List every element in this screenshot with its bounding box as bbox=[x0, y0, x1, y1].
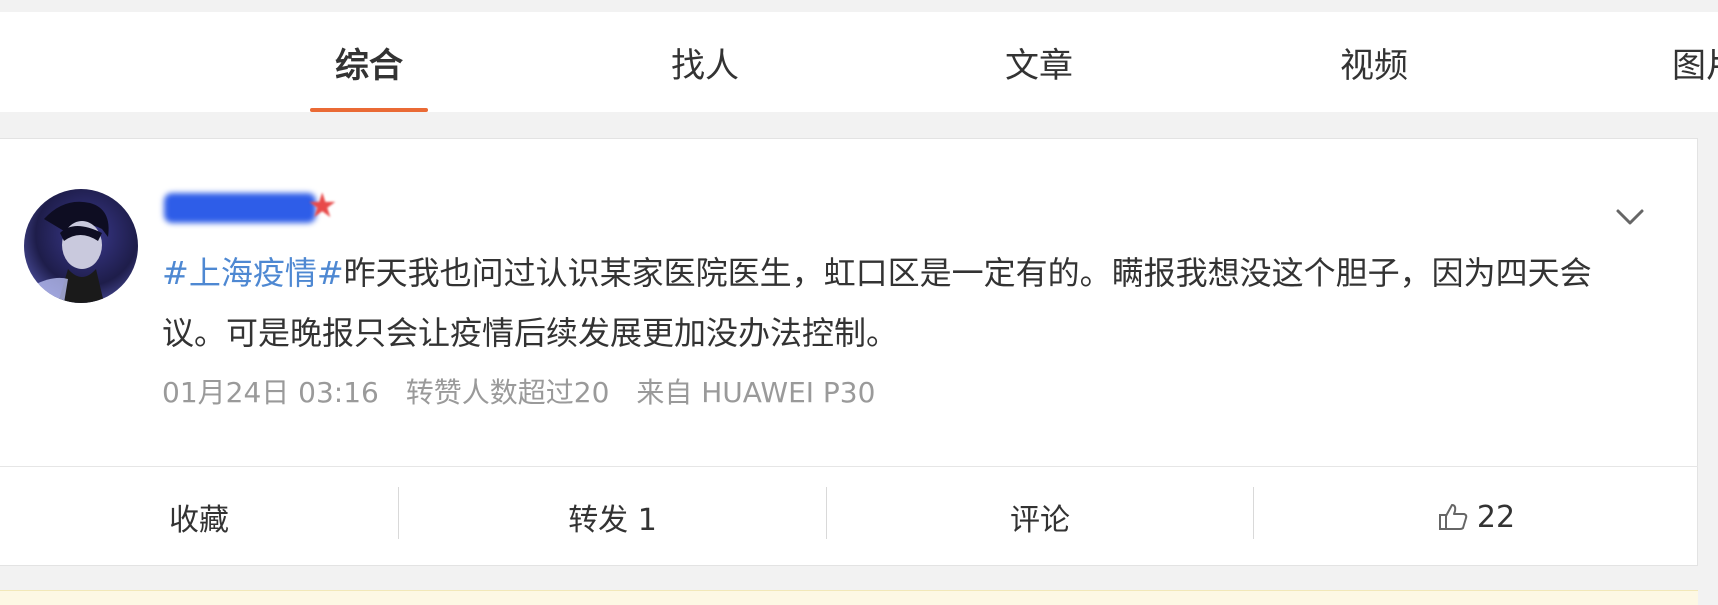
favorite-label: 收藏 bbox=[169, 503, 229, 538]
active-tab-underline bbox=[310, 108, 428, 112]
user-avatar-icon bbox=[24, 201, 109, 303]
search-tabs: 综合 找人 文章 视频 图片 bbox=[0, 12, 1718, 112]
action-bar: 收藏 转发 1 评论 22 bbox=[0, 466, 1698, 567]
post-body: 昨天我也问过认识某家医院医生，虹口区是一定有的。瞒报我想没这个胆子，因为四天会议… bbox=[162, 254, 1592, 352]
tab-articles[interactable]: 文章 bbox=[974, 12, 1104, 112]
chevron-down-icon-svg bbox=[1616, 209, 1644, 225]
tab-label: 文章 bbox=[1005, 45, 1073, 86]
tab-label: 图片 bbox=[1672, 45, 1718, 86]
verified-badge-icon: ★ bbox=[307, 186, 338, 226]
comment-label: 评论 bbox=[1010, 503, 1070, 538]
tab-label: 综合 bbox=[335, 45, 403, 86]
repost-button[interactable]: 转发 1 bbox=[399, 467, 826, 567]
favorite-button[interactable]: 收藏 bbox=[0, 467, 398, 567]
tab-label: 找人 bbox=[671, 45, 739, 86]
comment-button[interactable]: 评论 bbox=[827, 467, 1253, 567]
redacted-name-blur bbox=[164, 193, 316, 223]
chevron-down-icon[interactable] bbox=[1610, 197, 1650, 237]
thumbs-up-icon bbox=[1437, 501, 1469, 533]
post-text: #上海疫情#昨天我也问过认识某家医院医生，虹口区是一定有的。瞒报我想没这个胆子，… bbox=[162, 243, 1622, 363]
tab-videos[interactable]: 视频 bbox=[1309, 12, 1439, 112]
like-button[interactable]: 22 bbox=[1254, 467, 1698, 567]
next-card-edge bbox=[0, 590, 1698, 605]
avatar[interactable] bbox=[24, 189, 138, 303]
repost-note: 转赞人数超过20 bbox=[405, 376, 610, 409]
tab-comprehensive[interactable]: 综合 bbox=[310, 12, 428, 112]
repost-label: 转发 1 bbox=[568, 503, 657, 538]
post-date[interactable]: 01月24日 03:16 bbox=[162, 376, 379, 409]
post-source: 来自 HUAWEI P30 bbox=[636, 376, 876, 409]
tab-images[interactable]: 图片 bbox=[1672, 12, 1718, 112]
post-card: ★ #上海疫情#昨天我也问过认识某家医院医生，虹口区是一定有的。瞒报我想没这个胆… bbox=[0, 138, 1698, 566]
username-redacted[interactable]: ★ bbox=[160, 186, 338, 227]
post-meta: 01月24日 03:16 转赞人数超过20 来自 HUAWEI P30 bbox=[162, 371, 893, 411]
tab-label: 视频 bbox=[1340, 45, 1408, 86]
like-count: 22 bbox=[1476, 499, 1516, 535]
tab-people[interactable]: 找人 bbox=[640, 12, 770, 112]
topic-link[interactable]: #上海疫情# bbox=[162, 254, 344, 292]
